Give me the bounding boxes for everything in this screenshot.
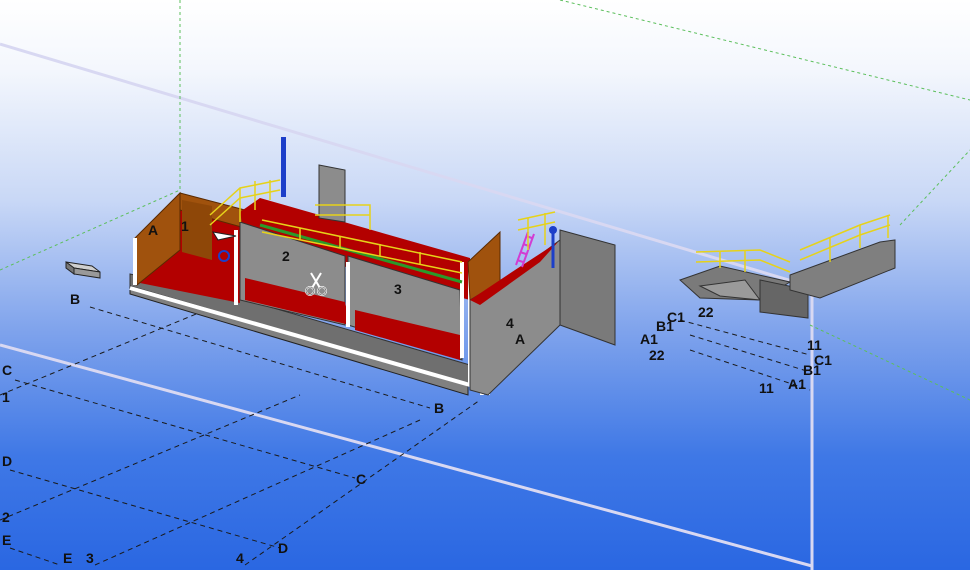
end-abutment	[559, 229, 616, 346]
model-viewport[interactable]: B C 1 D 2 E E 3 4 D C B A 1 2 3 4 A C1 2…	[0, 0, 970, 570]
part-label-2-room: 2	[282, 248, 290, 264]
secondary-ramp	[789, 239, 896, 299]
label-B1: B1	[656, 318, 674, 334]
grid-label-C-left: C	[2, 362, 12, 378]
part-label-3-room: 3	[394, 281, 402, 297]
grid-label-4-bottom: 4	[236, 550, 244, 566]
grid-label-D-bottom: D	[278, 540, 288, 556]
label-11-top: 11	[807, 337, 822, 353]
bbox-bottom-edge	[0, 343, 813, 568]
vertical-plate	[318, 164, 346, 223]
grid-label-B-left: B	[70, 291, 80, 307]
secondary-structure[interactable]	[679, 214, 896, 319]
pipe-right-cap	[549, 226, 557, 234]
label-11-bottom: 11	[759, 380, 774, 396]
grid-label-E-left: E	[2, 532, 11, 548]
part-label-4-end: 4	[506, 315, 514, 331]
grid-label-1-left: 1	[2, 389, 10, 405]
part-label-1-wall: 1	[181, 218, 189, 234]
grid-label-3-bottom: 3	[86, 550, 94, 566]
grid-label-2-left: 2	[2, 509, 10, 525]
part-label-A-end: A	[515, 331, 525, 347]
label-22-bottom: 22	[649, 347, 665, 363]
grid-label-C-mid: C	[356, 471, 366, 487]
main-tank[interactable]	[129, 137, 616, 396]
grid-label-E-bottom: E	[63, 550, 72, 566]
part-label-A-wall: A	[148, 222, 158, 238]
label-A1: A1	[640, 331, 658, 347]
detached-block[interactable]	[65, 261, 101, 279]
grid-label-B-mid: B	[434, 400, 444, 416]
label-A1-lower: A1	[788, 376, 806, 392]
label-22-top: 22	[698, 304, 714, 320]
vertical-pipe	[281, 137, 286, 197]
model-scene[interactable]: B C 1 D 2 E E 3 4 D C B A 1 2 3 4 A C1 2…	[0, 0, 970, 570]
grid-label-D-left: D	[2, 453, 12, 469]
